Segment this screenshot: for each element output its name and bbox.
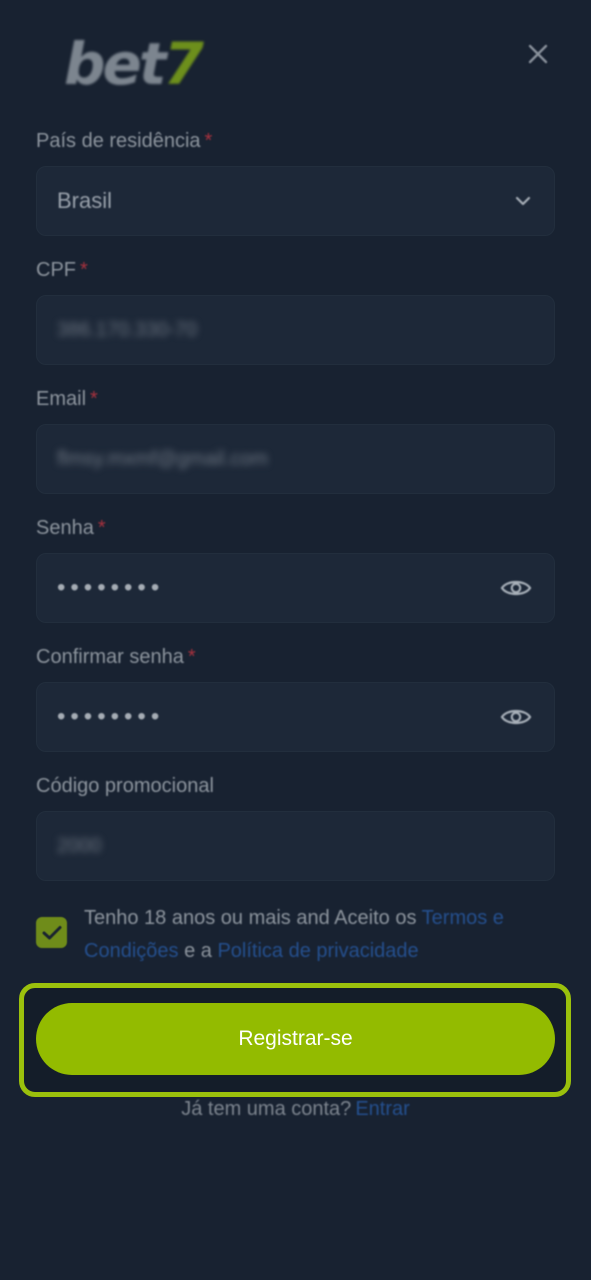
login-link[interactable]: Entrar [355,1098,409,1120]
close-button[interactable] [522,38,554,70]
terms-row: Tenho 18 anos ou mais and Aceito os Term… [36,902,556,972]
confirm-password-input[interactable]: •••••••• [36,682,555,752]
eye-icon[interactable] [500,706,532,728]
email-input[interactable]: flmsy.mxmf@gmail.com [36,424,555,494]
cpf-input[interactable]: 386.170.330-70 [36,295,555,365]
eye-icon[interactable] [500,577,532,599]
cpf-label: CPF * [36,259,88,281]
email-value: flmsy.mxmf@gmail.com [57,447,269,470]
password-label: Senha * [36,517,106,539]
password-value: •••••••• [57,574,165,601]
confirm-password-value: •••••••• [57,703,165,730]
logo-accent: 7 [163,30,204,98]
register-button[interactable]: Registrar-se [36,1003,555,1075]
login-row: Já tem uma conta? Entrar [0,1098,591,1121]
promo-code-input[interactable]: 2000 [36,811,555,881]
confirm-password-label: Confirmar senha * [36,646,196,668]
privacy-link[interactable]: Política de privacidade [217,940,418,962]
check-icon [42,925,61,939]
logo-text: bet [64,30,167,98]
terms-checkbox[interactable] [36,917,67,948]
email-label: Email * [36,388,98,410]
promo-code-label: Código promocional [36,775,214,797]
chevron-down-icon [514,195,532,207]
login-prompt: Já tem uma conta? [181,1098,352,1120]
password-input[interactable]: •••••••• [36,553,555,623]
cpf-value: 386.170.330-70 [57,318,198,341]
country-value: Brasil [57,188,113,213]
promo-code-value: 2000 [57,834,102,857]
brand-logo: bet7 [64,30,204,98]
close-icon [528,44,548,64]
terms-text: Tenho 18 anos ou mais and Aceito os Term… [84,907,504,962]
country-label: País de residência * [36,130,213,152]
country-select[interactable]: Brasil [36,166,555,236]
